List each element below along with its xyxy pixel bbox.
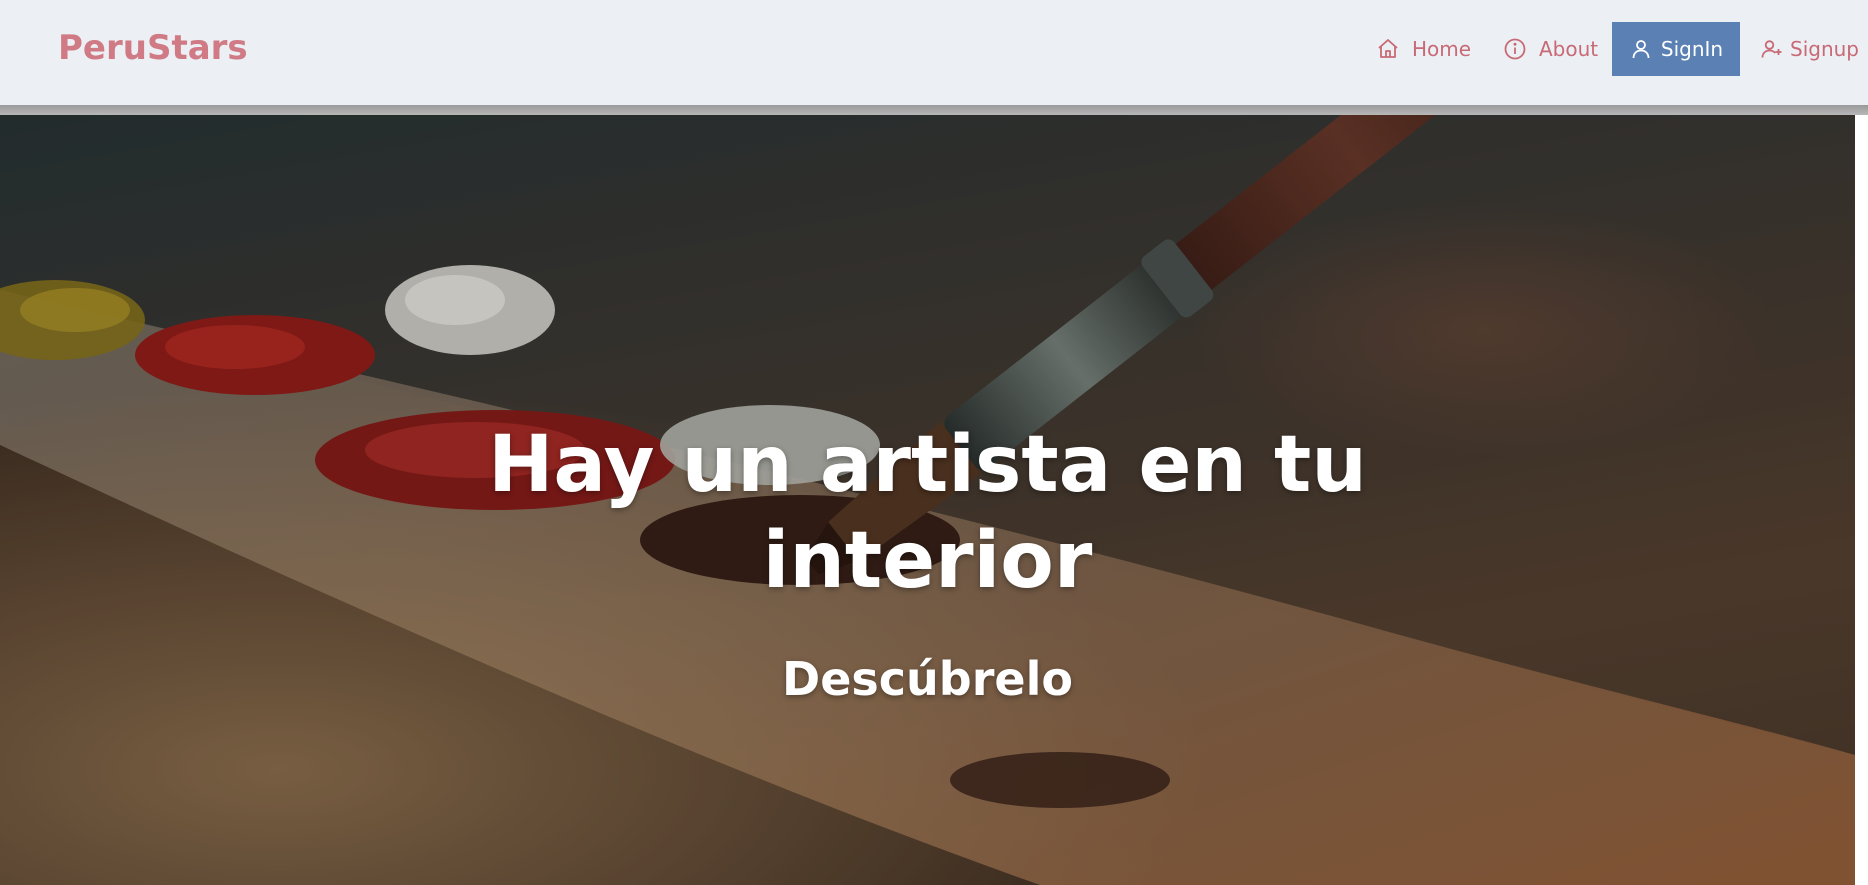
user-icon: [1629, 37, 1653, 61]
hero-subtitle[interactable]: Descúbrelo: [650, 652, 1205, 706]
nav-signup-label: Signup: [1790, 37, 1859, 61]
page-edge: [1855, 115, 1868, 885]
navbar: PeruStars Home About SignIn Signup: [0, 0, 1868, 115]
hero-section: Hay un artista en tu interior Descúbrelo: [0, 115, 1855, 885]
home-icon: [1376, 37, 1400, 61]
brand-logo[interactable]: PeruStars: [58, 28, 248, 68]
hero-title: Hay un artista en tu interior: [488, 420, 1367, 606]
nav-about-link[interactable]: About: [1503, 22, 1598, 76]
nav-about-label: About: [1539, 37, 1599, 61]
nav-signup-link[interactable]: Signup: [1760, 22, 1859, 76]
nav-home-link[interactable]: Home: [1376, 22, 1471, 76]
user-plus-icon: [1760, 37, 1784, 61]
nav-home-label: Home: [1412, 37, 1472, 61]
info-icon: [1503, 37, 1527, 61]
nav-signin-button[interactable]: SignIn: [1612, 22, 1740, 76]
nav-signin-label: SignIn: [1660, 37, 1724, 61]
